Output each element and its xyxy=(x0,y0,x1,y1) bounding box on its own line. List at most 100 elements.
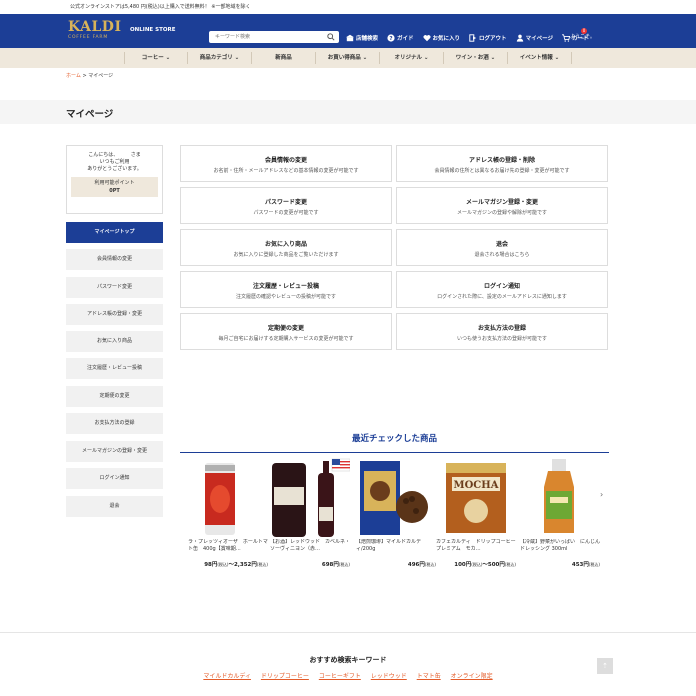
sidebar-item-password[interactable]: パスワード変更 xyxy=(66,277,163,298)
price-tax: (税込) xyxy=(217,562,229,567)
product-price: 453円(税込) xyxy=(520,560,600,568)
product-name[interactable]: 【冷蔵】野菜がいっぱい にんじんドレッシング 300ml xyxy=(520,539,600,560)
product-image-tomato-can[interactable] xyxy=(188,457,268,537)
product-name[interactable]: 【お酒】レッドウッド カベルネ・ソーヴィニヨン（赤… xyxy=(270,539,350,560)
product-card[interactable]: ラ・プレッツィオーザ ホールトマト缶 400g【賞味期… 98円(税込)～2,3… xyxy=(188,457,268,568)
keyword-link[interactable]: オンライン限定 xyxy=(451,673,493,680)
nav-mypage[interactable]: マイページ xyxy=(516,34,553,42)
greeting-name: こんにちは、 さま xyxy=(88,152,141,158)
card-desc: お気に入りに登録した商品をご覧いただけます xyxy=(233,252,339,258)
sidebar-item-login-notice[interactable]: ログイン通知 xyxy=(66,468,163,489)
card-login-notice[interactable]: ログイン通知 ログインされた際に、設定のメールアドレスに通知します xyxy=(396,271,608,308)
catnav-new[interactable]: 新商品 xyxy=(252,52,316,64)
keyword-link[interactable]: ドリップコーヒー xyxy=(261,673,309,680)
product-card[interactable]: 【冷蔵】野菜がいっぱい にんじんドレッシング 300ml 453円(税込) xyxy=(520,457,600,568)
card-title: 注文履歴・レビュー投稿 xyxy=(252,283,319,290)
catnav-label: オリジナル xyxy=(394,55,422,61)
help-icon: ? xyxy=(387,34,395,42)
price-tax: (税込) xyxy=(338,562,350,567)
nav-label: ガイド xyxy=(397,36,414,42)
product-card[interactable]: MOCHA カフェカルディ ドリップコーヒー プレミアム モカ… 100円(税込… xyxy=(436,457,516,568)
card-desc: お名前・住所・メールアドレスなどの基本情報の変更が可能です xyxy=(213,168,359,174)
catnav-coffee[interactable]: コーヒー ⌄ xyxy=(124,52,188,64)
nav-store-search[interactable]: 店舗検索 xyxy=(346,34,378,42)
nav-logout[interactable]: ログアウト xyxy=(469,34,507,42)
page-title-bar: マイページ xyxy=(0,100,696,124)
catnav-categories[interactable]: 商品カテゴリ ⌄ xyxy=(188,52,252,64)
logo-text: KALDI xyxy=(68,19,122,35)
catnav-wine[interactable]: ワイン・お酒 ⌄ xyxy=(444,52,508,64)
user-icon xyxy=(516,34,523,42)
card-newsletter[interactable]: メールマガジン登録・変更 メールマガジンの登録や解除が可能です xyxy=(396,187,608,224)
sidebar-item-favorites[interactable]: お気に入り商品 xyxy=(66,331,163,352)
breadcrumb: ホーム > マイページ xyxy=(66,72,113,79)
catnav-deals[interactable]: お買い得商品 ⌄ xyxy=(316,52,380,64)
nav-cart[interactable]: カート xyxy=(561,34,588,42)
product-name[interactable]: カフェカルディ ドリップコーヒー プレミアム モカ… xyxy=(436,539,516,560)
card-withdraw[interactable]: 退会 退会される場合はこちら xyxy=(396,229,608,266)
card-title: ログイン通知 xyxy=(483,283,520,290)
keyword-link[interactable]: レッドウッド xyxy=(371,673,407,680)
sidebar-item-member-info[interactable]: 会員情報の変更 xyxy=(66,249,163,270)
keyword-link[interactable]: コーヒーギフト xyxy=(319,673,361,680)
sidebar-item-subscription[interactable]: 定期便の変更 xyxy=(66,386,163,407)
keyword-link[interactable]: マイルドカルディ xyxy=(203,673,251,680)
price-value: ～500円 xyxy=(482,562,505,568)
chevron-down-icon: ⌄ xyxy=(423,55,429,61)
catnav-label: イベント情報 xyxy=(519,55,553,61)
card-subscription[interactable]: 定期便の変更 毎月ご自宅にお届けする定期購入サービスの変更が可能です xyxy=(180,313,392,350)
nav-label: 店舗検索 xyxy=(356,36,379,42)
sidebar-item-payment[interactable]: お支払方法の登録 xyxy=(66,413,163,434)
chevron-down-icon: ⌄ xyxy=(362,55,368,61)
price-value: ～2,352円 xyxy=(228,562,257,568)
sidebar-item-newsletter[interactable]: メールマガジンの登録・変更 xyxy=(66,441,163,462)
greeting-line: いつもご利用 xyxy=(99,159,130,165)
breadcrumb-home[interactable]: ホーム xyxy=(66,73,81,79)
points-label: 利用可能ポイント xyxy=(94,180,135,186)
card-order-history[interactable]: 注文履歴・レビュー投稿 注文履歴の確認やレビューの投稿が可能です xyxy=(180,271,392,308)
divider xyxy=(0,632,696,633)
sidebar-item-mypage-top[interactable]: マイページトップ xyxy=(66,222,163,243)
svg-text:?: ? xyxy=(389,36,392,42)
card-desc: パスワードの変更が可能です xyxy=(253,210,319,216)
catnav-events[interactable]: イベント情報 ⌄ xyxy=(508,52,572,64)
sidebar-item-order-history[interactable]: 注文履歴・レビュー投稿 xyxy=(66,358,163,379)
card-favorites[interactable]: お気に入り商品 お気に入りに登録した商品をご覧いただけます xyxy=(180,229,392,266)
card-address-book[interactable]: アドレス帳の登録・削除 会員情報の住所とは異なるお届け先の登録・変更が可能です xyxy=(396,145,608,182)
product-image-wine[interactable] xyxy=(270,457,351,537)
heart-icon xyxy=(423,35,431,42)
card-member-info[interactable]: 会員情報の変更 お名前・住所・メールアドレスなどの基本情報の変更が可能です xyxy=(180,145,392,182)
sidebar-item-withdraw[interactable]: 退会 xyxy=(66,496,163,517)
breadcrumb-separator: > xyxy=(82,73,87,79)
breadcrumb-current: マイページ xyxy=(88,73,114,79)
card-password[interactable]: パスワード変更 パスワードの変更が可能です xyxy=(180,187,392,224)
chevron-down-icon: ⌄ xyxy=(490,55,496,61)
product-card[interactable]: 【お酒】レッドウッド カベルネ・ソーヴィニヨン（赤… 698円(税込) xyxy=(270,457,351,568)
card-desc: いつも使うお支払方法の登録が可能です xyxy=(456,336,547,342)
product-image-carrot-dressing[interactable] xyxy=(520,457,600,537)
sidebar-item-address-book[interactable]: アドレス帳の登録・変更 xyxy=(66,304,163,325)
keyword-link[interactable]: トマト缶 xyxy=(417,673,441,680)
points-value: 0PT xyxy=(109,188,120,194)
page-title: マイページ xyxy=(66,109,114,120)
svg-text:MOCHA: MOCHA xyxy=(454,480,499,491)
product-image-mocha-drip[interactable]: MOCHA xyxy=(436,457,516,537)
card-desc: 注文履歴の確認やレビューの投稿が可能です xyxy=(235,294,336,300)
search-input[interactable] xyxy=(209,31,339,43)
logo-subtext: COFFEE FARM xyxy=(68,35,109,40)
chevron-right-icon[interactable]: › xyxy=(600,490,603,499)
nav-guide[interactable]: ? ガイド xyxy=(387,34,414,42)
product-image-mild-kaldi[interactable] xyxy=(356,457,436,537)
card-payment[interactable]: お支払方法の登録 いつも使うお支払方法の登録が可能です xyxy=(396,313,608,350)
price-tax: (税込) xyxy=(424,562,436,567)
product-name[interactable]: 【焙煎珈琲】マイルドカルディ/200g xyxy=(356,539,436,560)
catnav-original[interactable]: オリジナル ⌄ xyxy=(380,52,444,64)
product-price: 98円(税込)～2,352円(税込) xyxy=(188,560,268,568)
product-card[interactable]: 【焙煎珈琲】マイルドカルディ/200g 496円(税込) xyxy=(356,457,436,568)
search-icon[interactable] xyxy=(327,33,335,41)
product-name[interactable]: ラ・プレッツィオーザ ホールトマト缶 400g【賞味期… xyxy=(188,539,268,560)
nav-favorites[interactable]: お気に入り xyxy=(423,34,460,42)
catnav-label: 新商品 xyxy=(275,55,292,61)
scroll-to-top-icon[interactable]: ⇡ xyxy=(597,658,613,674)
kaldi-logo[interactable]: KALDI COFFEE FARM xyxy=(68,19,122,40)
